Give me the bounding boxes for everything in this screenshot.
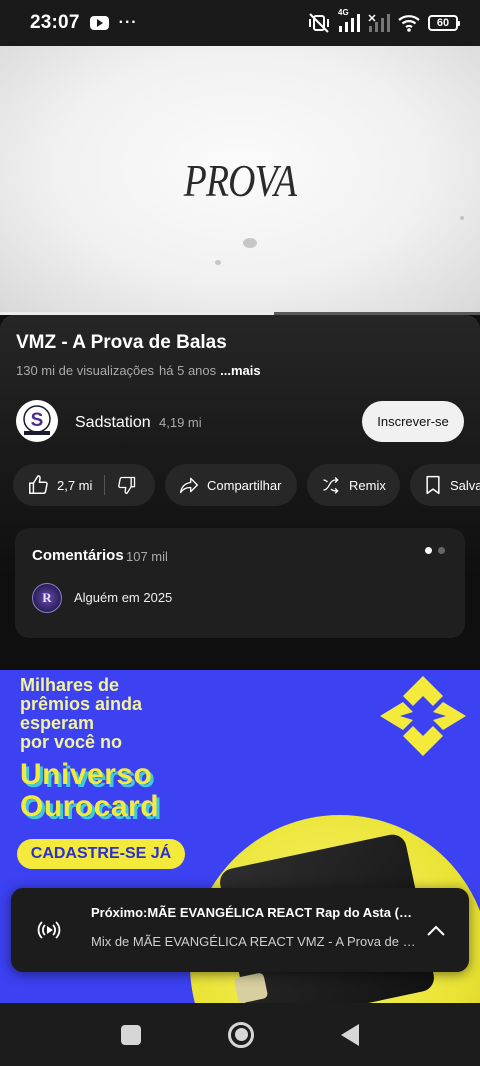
home-button[interactable] — [228, 1021, 254, 1048]
bank-logo-icon — [380, 676, 466, 756]
remix-label: Remix — [349, 477, 386, 493]
chevron-up-icon[interactable] — [425, 920, 447, 942]
network-type-label: 4G — [338, 8, 349, 17]
battery-icon: 60 — [428, 15, 460, 31]
remix-button[interactable]: Remix — [307, 464, 400, 506]
signal-secondary-icon — [368, 14, 390, 32]
recent-apps-button[interactable] — [121, 1024, 141, 1045]
video-title[interactable]: VMZ - A Prova de Balas — [16, 332, 227, 354]
more-link[interactable]: ...mais — [220, 363, 260, 378]
ad-text-line-4: por você no — [20, 732, 123, 752]
comment-preview: Alguém em 2025 — [74, 590, 173, 605]
status-bar: 23:07 ··· 4G 60 — [0, 0, 480, 46]
youtube-notification-icon — [89, 16, 109, 30]
subscriber-count: 4,19 mi — [159, 415, 202, 430]
comments-title: Comentários — [32, 547, 124, 564]
more-notifications-icon: ··· — [118, 14, 138, 31]
ad-headline-2: Ourocard — [20, 790, 160, 823]
ad-text-line-3: esperam — [20, 713, 95, 733]
thumbs-up-icon — [29, 475, 48, 494]
comments-count: 107 mil — [126, 549, 168, 564]
video-info-panel: VMZ - A Prova de Balas 130 mi de visuali… — [0, 315, 480, 670]
pager-dot-active — [425, 547, 432, 554]
channel-avatar[interactable]: S — [16, 400, 58, 442]
commenter-avatar: R — [32, 583, 62, 613]
like-dislike-group: 2,7 mi — [13, 464, 155, 506]
home-dot-icon — [234, 1028, 248, 1041]
action-row: 2,7 mi Compartilhar Remix Salvar — [13, 464, 480, 506]
next-up-card[interactable]: Próximo:MÃE EVANGÉLICA REACT Rap do Asta… — [11, 888, 469, 972]
ad-cta-button[interactable]: CADASTRE-SE JÁ — [17, 839, 185, 869]
thumbs-down-icon — [118, 476, 136, 494]
video-frame-text: PROVA — [183, 155, 297, 206]
video-metadata[interactable]: 130 mi de visualizações há 5 anos ...mais — [16, 363, 261, 378]
like-button[interactable]: 2,7 mi — [27, 474, 92, 496]
share-icon — [180, 477, 198, 494]
dislike-button[interactable] — [117, 475, 137, 495]
like-count: 2,7 mi — [57, 477, 93, 493]
view-count: 130 mi de visualizações — [16, 363, 155, 378]
next-up-title: Próximo:MÃE EVANGÉLICA REACT Rap do Asta… — [91, 905, 421, 920]
bookmark-icon — [426, 475, 440, 495]
next-up-subtitle: Mix de MÃE EVANGÉLICA REACT VMZ - A Prov… — [91, 934, 421, 949]
system-navigation-bar — [0, 1003, 480, 1066]
comments-section[interactable]: Comentários 107 mil R Alguém em 2025 — [15, 528, 465, 638]
film-grain — [215, 260, 221, 265]
subscribe-button[interactable]: Inscrever-se — [362, 401, 464, 442]
pager-dot — [438, 547, 445, 554]
wifi-icon — [398, 14, 420, 32]
status-time: 23:07 — [30, 12, 80, 33]
video-player[interactable]: PROVA — [0, 46, 480, 314]
like-divider — [104, 475, 106, 495]
share-button[interactable]: Compartilhar — [165, 464, 297, 506]
save-label: Salvar — [450, 477, 480, 493]
muted-vibrate-icon — [308, 13, 330, 33]
upload-age: há 5 anos — [159, 363, 217, 378]
back-button[interactable] — [341, 1023, 359, 1046]
autoplay-radio-icon — [37, 921, 61, 939]
signal-4g-icon: 4G — [338, 8, 360, 32]
channel-name[interactable]: Sadstation — [75, 414, 151, 432]
film-grain — [243, 238, 257, 248]
remix-icon — [323, 477, 339, 494]
ad-headline-1: Universo — [20, 758, 153, 791]
comments-pager — [425, 547, 445, 554]
save-button[interactable]: Salvar — [410, 464, 480, 506]
ad-text-line-1: Milhares de — [20, 675, 120, 695]
share-label: Compartilhar — [207, 477, 282, 493]
ad-text-line-2: prêmios ainda — [20, 694, 143, 714]
svg-text:S: S — [31, 410, 44, 431]
card-chip-graphic — [233, 972, 269, 1003]
film-grain — [460, 216, 464, 220]
